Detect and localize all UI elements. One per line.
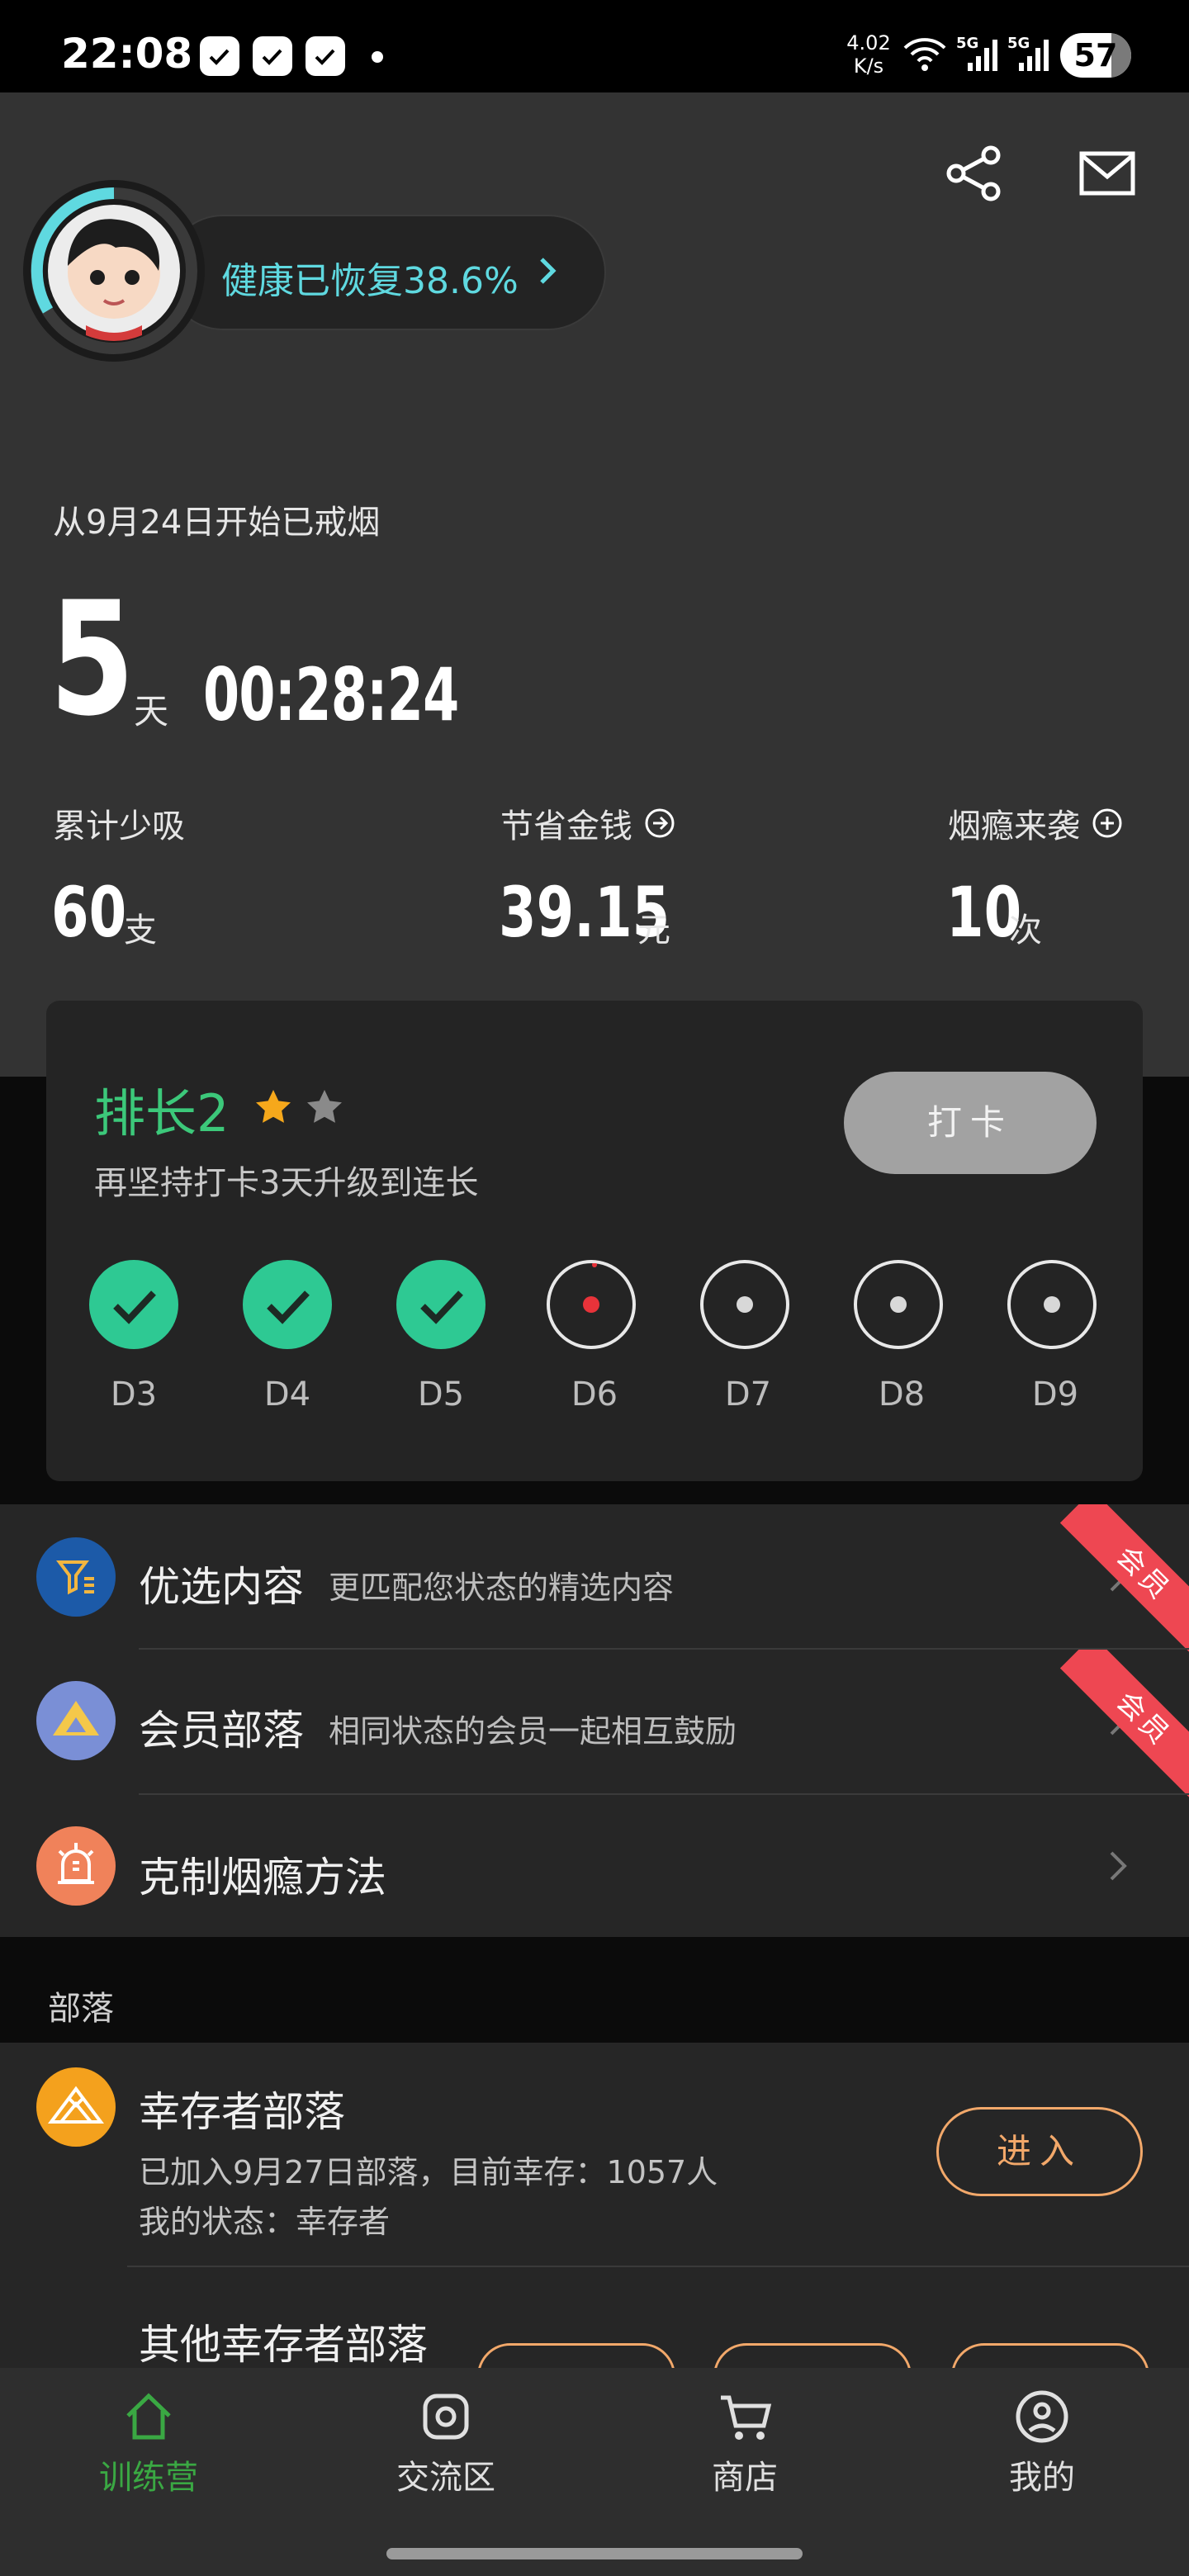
stat-label-money[interactable]: 节省金钱	[500, 799, 675, 847]
notification-icon	[306, 36, 345, 76]
today-dot-icon	[583, 1263, 599, 1313]
day-label: D8	[878, 1376, 926, 1413]
feature-title: 优选内容	[139, 1563, 304, 1611]
stat-unit-cigarettes: 支	[124, 912, 157, 949]
enter-tribe-button[interactable]: 进入	[936, 2107, 1143, 2196]
stat-label-cravings[interactable]: 烟瘾来袭	[948, 799, 1123, 847]
filter-icon	[36, 1537, 116, 1617]
health-recovery-text[interactable]: 健康已恢复38.6%	[221, 251, 519, 304]
wifi-icon	[903, 38, 946, 71]
tribe-icon	[36, 1681, 116, 1760]
status-icons: 5G 5G	[902, 33, 1050, 74]
day-check-d8	[854, 1260, 943, 1349]
net-speed-unit: K/s	[853, 54, 884, 78]
chevron-right-icon	[1110, 1851, 1127, 1881]
star-empty-icon	[307, 1090, 342, 1123]
feature-desc: 更匹配您状态的精选内容	[329, 1570, 675, 1606]
status-time: 22:08	[61, 30, 193, 78]
stat-unit-cravings: 次	[1009, 912, 1042, 949]
notification-icon	[200, 36, 239, 76]
share-icon[interactable]	[943, 142, 1006, 205]
day-label: D7	[724, 1376, 772, 1413]
checkin-button[interactable]: 打卡	[844, 1072, 1097, 1174]
arrow-circle-icon[interactable]	[644, 807, 675, 839]
days-count: 5	[50, 568, 135, 751]
feature-desc: 相同状态的会员一起相互鼓励	[329, 1713, 737, 1750]
star-filled-icon	[256, 1090, 291, 1123]
net-speed-value: 4.02	[846, 31, 891, 54]
dot-icon	[1044, 1296, 1060, 1313]
rank-title: 排长2	[94, 1083, 230, 1144]
mountain-icon	[36, 2067, 116, 2147]
chevron-right-icon[interactable]	[537, 254, 558, 287]
avatar[interactable]	[23, 180, 205, 362]
divider	[127, 2266, 1189, 2267]
day-check-d3	[89, 1260, 178, 1349]
check-icon	[420, 1290, 463, 1324]
tribe-join-info: 已加入9月27日部落，目前幸存：1057人	[139, 2154, 718, 2190]
tab-label: 我的	[1009, 2459, 1075, 2497]
mail-icon[interactable]	[1078, 149, 1136, 198]
cart-icon	[721, 2395, 772, 2440]
check-icon	[113, 1290, 156, 1324]
day-label: D6	[571, 1376, 618, 1413]
tab-label: 商店	[712, 2459, 778, 2497]
feature-title: 会员部落	[139, 1707, 304, 1754]
signal-icon: 5G	[956, 35, 999, 73]
avatar-progress-ring	[31, 187, 197, 354]
network-speed: 4.02 K/s	[844, 31, 893, 78]
dot-icon	[890, 1296, 907, 1313]
elapsed-timer: 00:28:24	[203, 652, 459, 737]
day-check-d9	[1007, 1260, 1097, 1349]
day-check-d5	[396, 1260, 486, 1349]
day-check-d6	[547, 1260, 636, 1349]
stat-unit-money: 元	[637, 912, 670, 949]
stat-label-cigarettes: 累计少吸	[53, 807, 185, 845]
rank-subtitle: 再坚持打卡3天升级到连长	[94, 1164, 479, 1202]
day-label: D9	[1031, 1376, 1079, 1413]
day-check-d4	[243, 1260, 332, 1349]
day-label: D5	[417, 1376, 465, 1413]
tab-label: 交流区	[396, 2459, 495, 2497]
dot-icon	[737, 1296, 753, 1313]
tab-training-camp[interactable]: 训练营	[66, 2388, 231, 2498]
tab-shop[interactable]: 商店	[662, 2388, 827, 2498]
home-indicator[interactable]	[386, 2548, 803, 2559]
check-icon	[267, 1290, 310, 1324]
tribe-status: 我的状态：幸存者	[139, 2204, 391, 2240]
status-dot	[372, 51, 383, 63]
tab-profile[interactable]: 我的	[959, 2388, 1125, 2498]
day-label: D3	[110, 1376, 158, 1413]
signal-icon: 5G	[1007, 35, 1050, 73]
tribe-name: 幸存者部落	[139, 2088, 345, 2136]
battery-indicator: 57	[1060, 33, 1131, 78]
stat-value-cigarettes: 60	[51, 872, 127, 953]
day-label: D4	[263, 1376, 311, 1413]
plus-circle-icon[interactable]	[1092, 807, 1123, 839]
days-unit: 天	[134, 691, 169, 732]
tab-community[interactable]: 交流区	[363, 2388, 528, 2498]
quit-since-text: 从9月24日开始已戒烟	[53, 504, 381, 542]
day-check-d7	[700, 1260, 789, 1349]
profile-icon	[1016, 2390, 1068, 2443]
other-tribes-title: 其他幸存者部落	[139, 2321, 428, 2369]
tab-label: 训练营	[99, 2459, 198, 2497]
home-icon	[126, 2393, 171, 2440]
member-badge: 会员	[1024, 1504, 1189, 1669]
alarm-icon	[36, 1826, 116, 1906]
section-header-tribe: 部落	[48, 1990, 114, 2028]
feature-title: 克制烟瘾方法	[139, 1854, 386, 1901]
chat-icon	[423, 2394, 469, 2440]
notification-icon	[253, 36, 292, 76]
member-badge: 会员	[1024, 1650, 1189, 1815]
